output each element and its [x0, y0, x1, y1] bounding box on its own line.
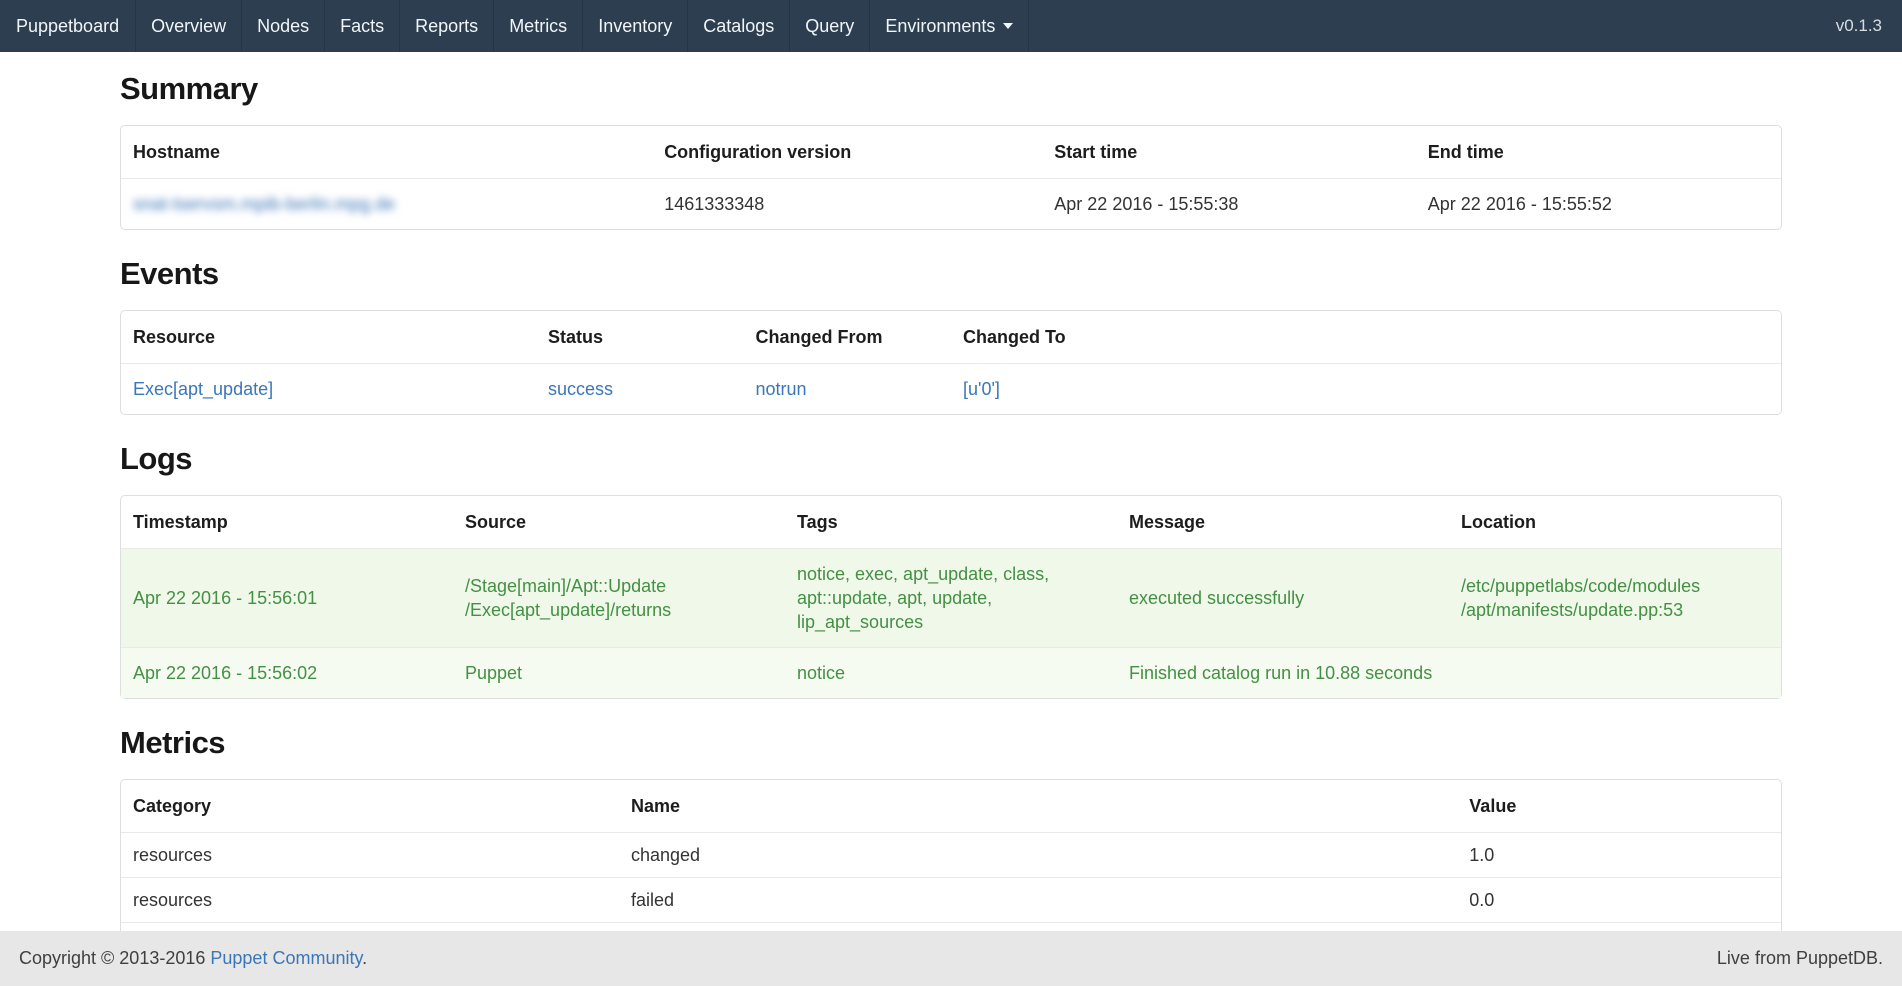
logs-col-tags: Tags: [785, 496, 1117, 548]
logs-heading: Logs: [120, 441, 1782, 477]
top-navbar: Puppetboard Overview Nodes Facts Reports…: [0, 0, 1902, 52]
metric-name: changed: [619, 832, 1457, 877]
logs-col-timestamp: Timestamp: [121, 496, 453, 548]
nav-item-facts[interactable]: Facts: [325, 0, 400, 52]
log-row: Apr 22 2016 - 15:56:01 /Stage[main]/Apt:…: [121, 548, 1781, 647]
logs-col-source: Source: [453, 496, 785, 548]
logs-col-message: Message: [1117, 496, 1449, 548]
start-time-value: Apr 22 2016 - 15:55:38: [1042, 178, 1416, 229]
events-header-row: Resource Status Changed From Changed To: [121, 311, 1781, 363]
nav-brand-puppetboard[interactable]: Puppetboard: [0, 0, 136, 52]
events-heading: Events: [120, 256, 1782, 292]
summary-row: snat-tservsm.mpib-berlin.mpg.de 14613333…: [121, 178, 1781, 229]
log-row: Apr 22 2016 - 15:56:02 Puppet notice Fin…: [121, 647, 1781, 698]
report-detail-page: Summary Hostname Configuration version S…: [120, 71, 1782, 986]
events-col-changed-from: Changed From: [744, 311, 952, 363]
summary-heading: Summary: [120, 71, 1782, 107]
summary-table: Hostname Configuration version Start tim…: [120, 125, 1782, 230]
event-row: Exec[apt_update] success notrun [u'0']: [121, 363, 1781, 414]
log-source: /Stage[main]/Apt::Update /Exec[apt_updat…: [453, 548, 785, 647]
metrics-header-row: Category Name Value: [121, 780, 1781, 832]
nav-item-query[interactable]: Query: [790, 0, 870, 52]
event-resource-link[interactable]: Exec[apt_update]: [133, 379, 273, 399]
logs-header-row: Timestamp Source Tags Message Location: [121, 496, 1781, 548]
navbar-spacer: [1029, 0, 1815, 52]
event-changed-from-link[interactable]: notrun: [756, 379, 807, 399]
metric-value: 0.0: [1457, 877, 1781, 922]
summary-col-end-time: End time: [1416, 126, 1781, 178]
logs-table: Timestamp Source Tags Message Location A…: [120, 495, 1782, 699]
footer-copyright-suffix: .: [362, 948, 367, 968]
log-message: executed successfully: [1117, 548, 1449, 647]
log-timestamp: Apr 22 2016 - 15:56:01: [121, 548, 453, 647]
caret-down-icon: [1003, 23, 1013, 29]
nav-item-overview[interactable]: Overview: [136, 0, 242, 52]
end-time-value: Apr 22 2016 - 15:55:52: [1416, 178, 1781, 229]
event-changed-to-link[interactable]: [u'0']: [963, 379, 1000, 399]
summary-col-hostname: Hostname: [121, 126, 652, 178]
nav-dropdown-environments[interactable]: Environments: [870, 0, 1029, 52]
metric-row: resources failed 0.0: [121, 877, 1781, 922]
app-version-label: v0.1.3: [1816, 0, 1902, 52]
log-source: Puppet: [453, 647, 785, 698]
events-col-status: Status: [536, 311, 744, 363]
metrics-col-name: Name: [619, 780, 1457, 832]
footer-copyright: Copyright © 2013-2016 Puppet Community.: [19, 948, 367, 969]
event-status-link[interactable]: success: [548, 379, 613, 399]
log-tags: notice: [785, 647, 1117, 698]
summary-col-start-time: Start time: [1042, 126, 1416, 178]
log-tags: notice, exec, apt_update, class, apt::up…: [785, 548, 1117, 647]
events-col-resource: Resource: [121, 311, 536, 363]
summary-header-row: Hostname Configuration version Start tim…: [121, 126, 1781, 178]
metric-category: resources: [121, 832, 619, 877]
hostname-link[interactable]: snat-tservsm.mpib-berlin.mpg.de: [133, 194, 395, 214]
nav-item-reports[interactable]: Reports: [400, 0, 494, 52]
nav-items: Puppetboard Overview Nodes Facts Reports…: [0, 0, 1029, 52]
metrics-col-category: Category: [121, 780, 619, 832]
nav-item-nodes[interactable]: Nodes: [242, 0, 325, 52]
events-col-changed-to: Changed To: [951, 311, 1781, 363]
configuration-version-value: 1461333348: [652, 178, 1042, 229]
logs-col-location: Location: [1449, 496, 1781, 548]
metrics-heading: Metrics: [120, 725, 1782, 761]
events-table: Resource Status Changed From Changed To …: [120, 310, 1782, 415]
page-footer: Copyright © 2013-2016 Puppet Community. …: [0, 931, 1902, 986]
nav-brand-label: Puppetboard: [16, 16, 119, 37]
metrics-col-value: Value: [1457, 780, 1781, 832]
log-location: /etc/puppetlabs/code/modules /apt/manife…: [1449, 548, 1781, 647]
summary-col-configuration-version: Configuration version: [652, 126, 1042, 178]
metric-row: resources changed 1.0: [121, 832, 1781, 877]
metric-name: failed: [619, 877, 1457, 922]
metric-value: 1.0: [1457, 832, 1781, 877]
puppet-community-link[interactable]: Puppet Community: [210, 948, 362, 968]
footer-copyright-prefix: Copyright © 2013-2016: [19, 948, 210, 968]
nav-item-catalogs[interactable]: Catalogs: [688, 0, 790, 52]
environments-label: Environments: [885, 16, 995, 37]
footer-puppetdb-status: Live from PuppetDB.: [1717, 948, 1883, 969]
log-location: [1449, 647, 1781, 698]
nav-item-metrics[interactable]: Metrics: [494, 0, 583, 52]
nav-item-inventory[interactable]: Inventory: [583, 0, 688, 52]
metric-category: resources: [121, 877, 619, 922]
log-timestamp: Apr 22 2016 - 15:56:02: [121, 647, 453, 698]
log-message: Finished catalog run in 10.88 seconds: [1117, 647, 1449, 698]
